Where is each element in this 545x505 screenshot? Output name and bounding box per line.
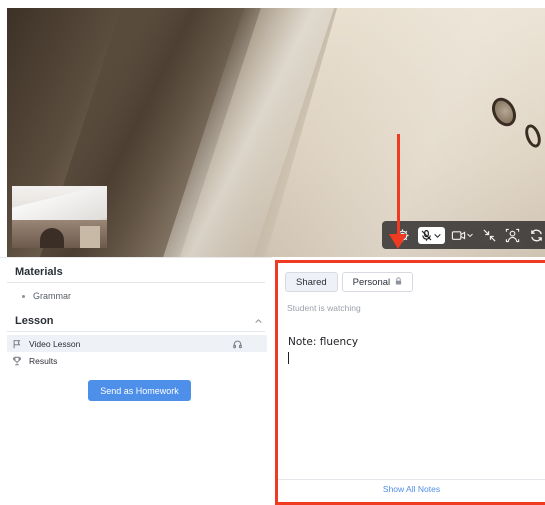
tab-label: Shared [296,276,327,288]
camera-toggle[interactable] [451,226,474,244]
divider [7,331,265,332]
mic-mute-toggle[interactable] [417,226,445,244]
lesson-sidebar: Materials Grammar Lesson Video Lesson Re… [0,257,272,498]
pip-doorway [40,228,64,248]
lesson-item-label: Results [29,355,58,366]
lock-icon [395,276,402,288]
video-wall-fixture [487,93,521,131]
video-feed [7,8,545,257]
notes-content: Note: fluency [288,336,359,348]
materials-item-label: Grammar [33,291,71,301]
mic-muted-icon [421,229,432,241]
tab-shared[interactable]: Shared [285,272,338,292]
tab-label: Personal [352,276,391,288]
flag-icon [11,339,23,349]
lesson-item-results[interactable]: Results [7,352,267,369]
refresh-icon[interactable] [527,226,545,244]
trophy-icon [11,356,23,366]
chevron-down-icon [434,233,441,238]
screen-share-icon[interactable] [504,226,522,244]
notes-tabs: Shared Personal [285,272,414,292]
annotation-arrow [397,134,400,240]
pip-window [80,226,100,248]
materials-title: Materials [15,266,63,278]
chevron-down-icon [467,233,473,238]
student-status: Student is watching [287,303,361,313]
lesson-item-video-lesson[interactable]: Video Lesson [7,335,267,352]
notes-footer: Show All Notes [278,479,545,498]
video-wall-fixture-2 [522,122,544,150]
self-view-thumbnail[interactable] [12,186,107,248]
send-as-homework-button[interactable]: Send as Homework [88,380,191,401]
materials-item-grammar[interactable]: Grammar [22,291,71,301]
bullet-icon [22,294,25,298]
camera-icon [451,230,466,240]
notes-panel: Shared Personal Student is watching Note… [272,257,545,497]
chevron-up-icon[interactable] [254,317,264,327]
lesson-title: Lesson [15,315,54,327]
divider [7,282,265,283]
tab-personal[interactable]: Personal [341,272,414,292]
annotation-arrow-head [389,234,407,249]
lesson-item-label: Video Lesson [29,338,81,349]
notes-editor[interactable]: Note: fluency [288,336,528,348]
minimize-icon[interactable] [480,226,498,244]
headphones-icon [232,339,243,349]
text-cursor [288,352,289,364]
show-all-notes-link[interactable]: Show All Notes [383,484,440,494]
